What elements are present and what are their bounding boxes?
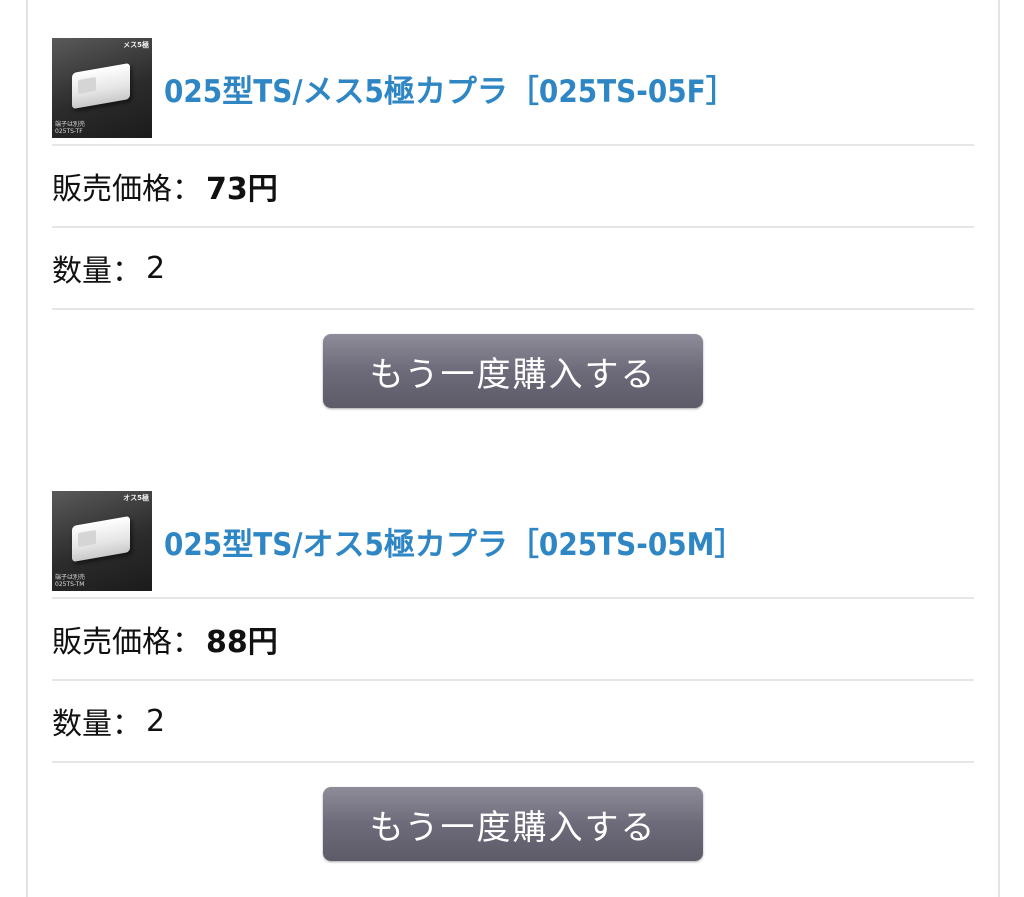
price-row: 販売価格： 73円 — [52, 146, 974, 228]
connector-image — [72, 515, 130, 563]
product-header: メス5極 端子は別売 025TS-TF 025型TS/メス5極カプラ［025TS… — [52, 32, 974, 146]
thumbnail-corner-text: オス5極 — [123, 494, 149, 502]
product-title-link[interactable]: 025型TS/オス5極カプラ［025TS-05M］ — [164, 519, 745, 564]
product-header: オス5極 端子は別売 025TS-TM 025型TS/オス5極カプラ［025TS… — [52, 485, 974, 599]
quantity-label: 数量： — [52, 707, 142, 742]
order-item: オス5極 端子は別売 025TS-TM 025型TS/オス5極カプラ［025TS… — [52, 485, 974, 885]
order-history-page: メス5極 端子は別売 025TS-TF 025型TS/メス5極カプラ［025TS… — [0, 0, 1024, 897]
quantity-row: 数量： 2 — [52, 228, 974, 310]
product-thumbnail[interactable]: メス5極 端子は別売 025TS-TF — [52, 38, 152, 138]
buy-again-button[interactable]: もう一度購入する — [323, 334, 703, 408]
price-label: 販売価格： — [52, 625, 202, 660]
price-row: 販売価格： 88円 — [52, 599, 974, 681]
quantity-row: 数量： 2 — [52, 681, 974, 763]
price-label: 販売価格： — [52, 172, 202, 207]
price-value: 88円 — [206, 625, 278, 660]
thumbnail-caption: 端子は別売 025TS-TF — [55, 121, 86, 135]
buy-again-button[interactable]: もう一度購入する — [323, 787, 703, 861]
quantity-value: 2 — [146, 703, 166, 739]
button-container: もう一度購入する — [52, 310, 974, 432]
product-title-link[interactable]: 025型TS/メス5極カプラ［025TS-05F］ — [164, 66, 737, 111]
button-container: もう一度購入する — [52, 763, 974, 885]
quantity-label: 数量： — [52, 254, 142, 289]
price-value: 73円 — [206, 172, 278, 207]
order-item: メス5極 端子は別売 025TS-TF 025型TS/メス5極カプラ［025TS… — [52, 32, 974, 432]
thumbnail-corner-text: メス5極 — [123, 41, 149, 49]
quantity-value: 2 — [146, 250, 166, 286]
connector-image — [72, 62, 130, 110]
product-thumbnail[interactable]: オス5極 端子は別売 025TS-TM — [52, 491, 152, 591]
thumbnail-caption: 端子は別売 025TS-TM — [55, 574, 86, 588]
